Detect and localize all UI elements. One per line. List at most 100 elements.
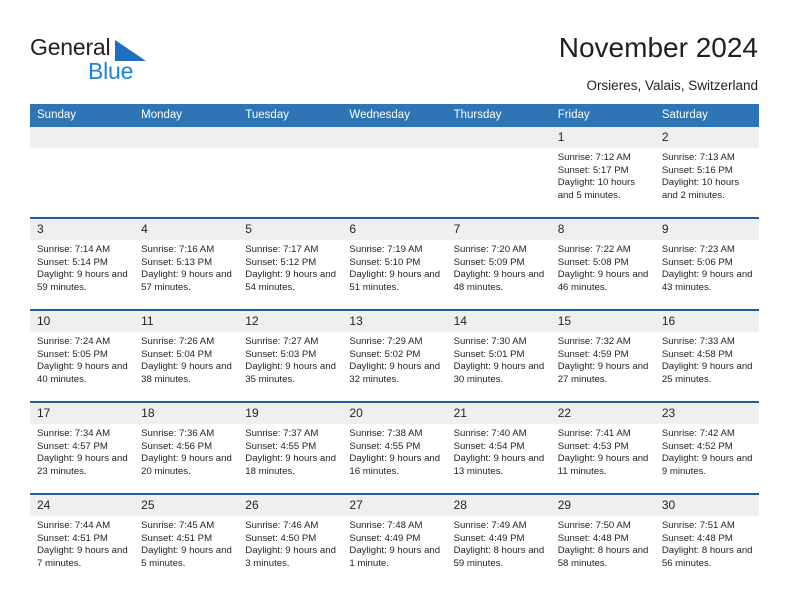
month-calendar: Sunday Monday Tuesday Wednesday Thursday…: [30, 104, 759, 585]
calendar-day-cell[interactable]: 17 Sunrise: 7:34 AM Sunset: 4:57 PM Dayligh…: [30, 401, 135, 494]
calendar-day-cell[interactable]: 10 Sunrise: 7:24 AM Sunset: 5:05 PM Dayligh…: [30, 309, 135, 402]
page-header: General Blue November 2024 Orsieres, Val…: [0, 0, 792, 100]
day-number: 10: [30, 311, 135, 332]
day-number: 20: [342, 403, 447, 424]
day-sun-info: Sunrise: 7:45 AM Sunset: 4:51 PM Daylight:…: [134, 516, 238, 570]
location-subtitle: Orsieres, Valais, Switzerland: [586, 78, 758, 93]
sunrise-text: Sunrise: 7:20 AM: [453, 244, 527, 255]
calendar-day-cell[interactable]: 5 Sunrise: 7:17 AM Sunset: 5:12 PM Daylight…: [238, 217, 343, 310]
calendar-day-cell[interactable]: 9 Sunrise: 7:23 AM Sunset: 5:06 PM Daylight…: [654, 217, 759, 310]
day-number: 30: [654, 495, 759, 516]
sunset-text: Sunset: 4:50 PM: [245, 532, 317, 544]
calendar-day-cell-empty: [238, 127, 343, 218]
sunrise-text: Sunrise: 7:38 AM: [349, 428, 423, 439]
day-box: 30 Sunrise: 7:51 AM Sunset: 4:48 PM Dayligh…: [654, 495, 759, 585]
calendar-day-cell[interactable]: 7 Sunrise: 7:20 AM Sunset: 5:09 PM Daylight…: [446, 217, 551, 310]
sunset-text: Sunset: 5:02 PM: [349, 348, 421, 360]
day-number: 29: [550, 495, 655, 516]
sunset-text: Sunset: 4:59 PM: [557, 348, 629, 360]
sunrise-text: Sunrise: 7:16 AM: [141, 244, 215, 255]
day-number: 27: [342, 495, 447, 516]
sunset-text: Sunset: 5:14 PM: [37, 256, 108, 268]
day-box: 10 Sunrise: 7:24 AM Sunset: 5:05 PM Dayligh…: [30, 311, 135, 401]
day-sun-info: Sunrise: 7:32 AM Sunset: 4:59 PM Daylight:…: [551, 332, 655, 386]
calendar-day-cell-empty: [446, 127, 551, 218]
calendar-day-cell[interactable]: 15 Sunrise: 7:32 AM Sunset: 4:59 PM Dayligh…: [550, 309, 655, 402]
calendar-day-cell[interactable]: 22 Sunrise: 7:41 AM Sunset: 4:53 PM Dayligh…: [550, 401, 655, 494]
day-sun-info: Sunrise: 7:46 AM Sunset: 4:50 PM Daylight:…: [238, 516, 342, 570]
calendar-day-cell[interactable]: 12 Sunrise: 7:27 AM Sunset: 5:03 PM Dayligh…: [238, 309, 343, 402]
calendar-day-cell[interactable]: 16 Sunrise: 7:33 AM Sunset: 4:58 PM Dayligh…: [654, 309, 759, 402]
daylight-text: Daylight: 9 hours and 57 minutes.: [141, 269, 232, 293]
day-sun-info: Sunrise: 7:29 AM Sunset: 5:02 PM Daylight:…: [342, 332, 446, 386]
daylight-text: Daylight: 9 hours and 18 minutes.: [245, 453, 336, 477]
day-number: 14: [446, 311, 551, 332]
sunset-text: Sunset: 4:57 PM: [37, 440, 108, 452]
sunrise-text: Sunrise: 7:34 AM: [37, 428, 111, 439]
day-box: 14 Sunrise: 7:30 AM Sunset: 5:01 PM Dayligh…: [446, 311, 551, 401]
calendar-day-cell[interactable]: 18 Sunrise: 7:36 AM Sunset: 4:56 PM Dayligh…: [134, 401, 239, 494]
calendar-day-cell[interactable]: 8 Sunrise: 7:22 AM Sunset: 5:08 PM Daylight…: [550, 217, 655, 310]
day-box: 25 Sunrise: 7:45 AM Sunset: 4:51 PM Dayligh…: [134, 495, 239, 585]
day-box: 27 Sunrise: 7:48 AM Sunset: 4:49 PM Dayligh…: [342, 495, 447, 585]
calendar-week-row: 24 Sunrise: 7:44 AM Sunset: 4:51 PM Dayligh…: [30, 493, 759, 585]
sunset-text: Sunset: 5:13 PM: [141, 256, 213, 268]
day-box: 23 Sunrise: 7:42 AM Sunset: 4:52 PM Dayligh…: [654, 403, 759, 493]
calendar-day-cell[interactable]: 1 Sunrise: 7:12 AM Sunset: 5:17 PM Daylight…: [550, 127, 655, 218]
calendar-day-cell[interactable]: 14 Sunrise: 7:30 AM Sunset: 5:01 PM Dayligh…: [446, 309, 551, 402]
weekday-header-saturday: Saturday: [654, 104, 759, 127]
sunrise-text: Sunrise: 7:26 AM: [141, 336, 215, 347]
day-number: 4: [134, 219, 239, 240]
sunrise-text: Sunrise: 7:27 AM: [245, 336, 319, 347]
day-number: [342, 127, 447, 148]
calendar-day-cell[interactable]: 26 Sunrise: 7:46 AM Sunset: 4:50 PM Dayligh…: [238, 493, 343, 585]
sunset-text: Sunset: 5:01 PM: [453, 348, 525, 360]
day-number: 8: [550, 219, 655, 240]
day-number: 11: [134, 311, 239, 332]
daylight-text: Daylight: 10 hours and 2 minutes.: [661, 177, 740, 201]
daylight-text: Daylight: 9 hours and 40 minutes.: [37, 361, 128, 385]
day-number: 2: [654, 127, 759, 148]
day-sun-info: Sunrise: 7:17 AM Sunset: 5:12 PM Daylight:…: [238, 240, 342, 294]
day-number: 23: [654, 403, 759, 424]
calendar-day-cell[interactable]: 20 Sunrise: 7:38 AM Sunset: 4:55 PM Dayligh…: [342, 401, 447, 494]
day-number: 21: [446, 403, 551, 424]
calendar-day-cell[interactable]: 11 Sunrise: 7:26 AM Sunset: 5:04 PM Dayligh…: [134, 309, 239, 402]
calendar-day-cell[interactable]: 2 Sunrise: 7:13 AM Sunset: 5:16 PM Daylight…: [654, 127, 759, 218]
sunrise-text: Sunrise: 7:37 AM: [245, 428, 319, 439]
calendar-day-cell[interactable]: 29 Sunrise: 7:50 AM Sunset: 4:48 PM Dayligh…: [550, 493, 655, 585]
day-sun-info: Sunrise: 7:27 AM Sunset: 5:03 PM Daylight:…: [238, 332, 342, 386]
calendar-day-cell[interactable]: 4 Sunrise: 7:16 AM Sunset: 5:13 PM Daylight…: [134, 217, 239, 310]
day-box: 22 Sunrise: 7:41 AM Sunset: 4:53 PM Dayligh…: [550, 403, 655, 493]
brand-logo[interactable]: General Blue: [30, 34, 180, 86]
day-box: 2 Sunrise: 7:13 AM Sunset: 5:16 PM Daylight…: [654, 127, 759, 217]
calendar-day-cell[interactable]: 27 Sunrise: 7:48 AM Sunset: 4:49 PM Dayligh…: [342, 493, 447, 585]
calendar-day-cell[interactable]: 13 Sunrise: 7:29 AM Sunset: 5:02 PM Dayligh…: [342, 309, 447, 402]
calendar-day-cell[interactable]: 24 Sunrise: 7:44 AM Sunset: 4:51 PM Dayligh…: [30, 493, 135, 585]
sunset-text: Sunset: 5:06 PM: [661, 256, 733, 268]
day-box: 18 Sunrise: 7:36 AM Sunset: 4:56 PM Dayligh…: [134, 403, 239, 493]
calendar-day-cell[interactable]: 23 Sunrise: 7:42 AM Sunset: 4:52 PM Dayligh…: [654, 401, 759, 494]
day-box: 1 Sunrise: 7:12 AM Sunset: 5:17 PM Daylight…: [550, 127, 655, 217]
day-sun-info: Sunrise: 7:36 AM Sunset: 4:56 PM Daylight:…: [134, 424, 238, 478]
day-box: 3 Sunrise: 7:14 AM Sunset: 5:14 PM Daylight…: [30, 219, 135, 309]
sunrise-text: Sunrise: 7:45 AM: [141, 520, 215, 531]
calendar-day-cell[interactable]: 30 Sunrise: 7:51 AM Sunset: 4:48 PM Dayligh…: [654, 493, 759, 585]
day-number: [134, 127, 239, 148]
calendar-day-cell[interactable]: 28 Sunrise: 7:49 AM Sunset: 4:49 PM Dayligh…: [446, 493, 551, 585]
sunset-text: Sunset: 4:48 PM: [557, 532, 629, 544]
weekday-header-row: Sunday Monday Tuesday Wednesday Thursday…: [30, 104, 759, 127]
calendar-day-cell[interactable]: 25 Sunrise: 7:45 AM Sunset: 4:51 PM Dayligh…: [134, 493, 239, 585]
daylight-text: Daylight: 9 hours and 1 minute.: [349, 545, 441, 569]
day-sun-info: Sunrise: 7:50 AM Sunset: 4:48 PM Daylight:…: [551, 516, 655, 570]
calendar-day-cell[interactable]: 19 Sunrise: 7:37 AM Sunset: 4:55 PM Dayligh…: [238, 401, 343, 494]
calendar-day-cell[interactable]: 6 Sunrise: 7:19 AM Sunset: 5:10 PM Daylight…: [342, 217, 447, 310]
sunrise-text: Sunrise: 7:19 AM: [349, 244, 423, 255]
calendar-day-cell[interactable]: 3 Sunrise: 7:14 AM Sunset: 5:14 PM Daylight…: [30, 217, 135, 310]
calendar-day-cell[interactable]: 21 Sunrise: 7:40 AM Sunset: 4:54 PM Dayligh…: [446, 401, 551, 494]
day-number: [30, 127, 135, 148]
day-number: 19: [238, 403, 343, 424]
sunset-text: Sunset: 4:49 PM: [453, 532, 525, 544]
sunrise-text: Sunrise: 7:14 AM: [37, 244, 111, 255]
day-box: [446, 127, 551, 217]
